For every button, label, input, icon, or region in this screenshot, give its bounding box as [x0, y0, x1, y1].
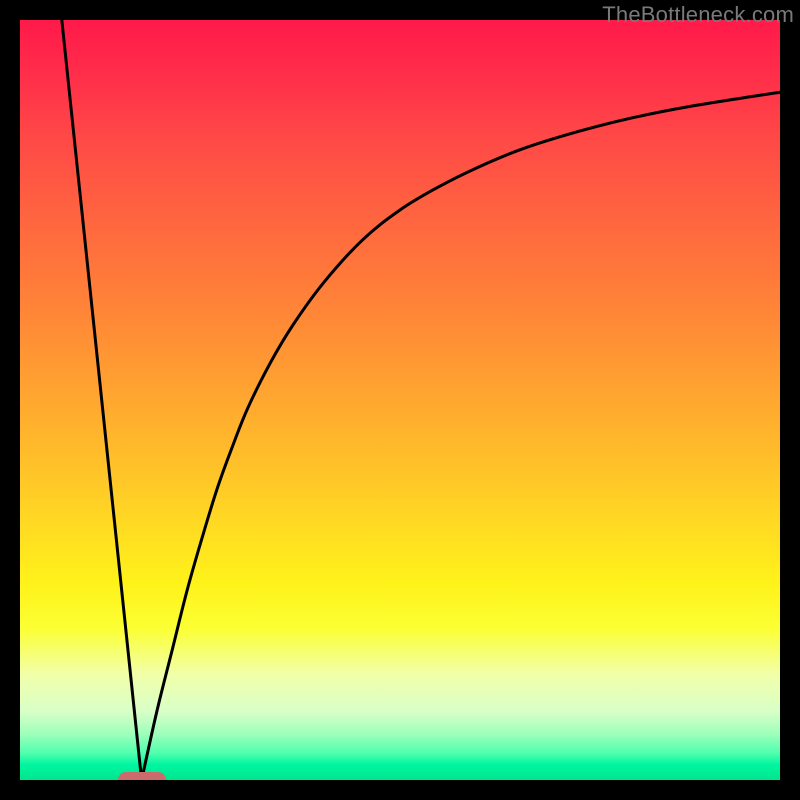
left-line-path: [62, 20, 142, 780]
curve-layer: [20, 20, 780, 780]
right-curve-path: [142, 92, 780, 780]
chart-frame: TheBottleneck.com: [0, 0, 800, 800]
watermark-text: TheBottleneck.com: [602, 2, 794, 28]
plot-area: [20, 20, 780, 780]
optimum-marker: [118, 772, 166, 780]
